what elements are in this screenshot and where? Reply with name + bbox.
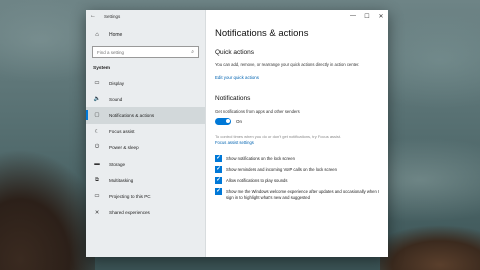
get-notifications-toggle-row: On (206, 114, 388, 125)
close-icon[interactable]: ✕ (374, 10, 388, 22)
get-notifications-label: Get notifications from apps and other se… (215, 108, 300, 114)
background-rock-left (0, 150, 95, 270)
notifications-icon: ▢ (94, 112, 100, 119)
multitasking-icon: ⧉ (95, 176, 99, 183)
back-arrow-icon[interactable]: ← (90, 13, 96, 19)
checkbox-label: Show me the Windows welcome experience a… (226, 189, 380, 200)
sidebar-item-focus-assist[interactable]: ☾ Focus assist (86, 124, 205, 140)
shared-icon: ✕ (94, 209, 100, 216)
sidebar-item-multitasking[interactable]: ⧉ Multitasking (86, 172, 205, 188)
sidebar-item-label: Multitasking (109, 177, 134, 183)
checkbox-checked-icon[interactable]: ✓ (215, 188, 222, 196)
sidebar-item-label: Focus assist (109, 129, 135, 135)
sidebar-item-label: Notifications & actions (109, 112, 155, 118)
search-input[interactable] (97, 49, 187, 55)
moon-icon: ☾ (94, 128, 100, 135)
checkbox-row[interactable]: ✓ Show reminders and incoming VoIP calls… (215, 166, 380, 174)
background-rock-right (380, 215, 480, 270)
checkbox-checked-icon[interactable]: ✓ (215, 155, 222, 163)
display-icon: ▭ (94, 80, 100, 87)
search-icon[interactable]: ⌕ (191, 49, 194, 55)
window-controls: — ☐ ✕ (346, 10, 388, 22)
window-title: Settings (104, 13, 121, 19)
toggle-state-label: On (236, 118, 243, 124)
checkbox-checked-icon[interactable]: ✓ (215, 177, 222, 185)
projecting-icon: ▭ (94, 193, 100, 200)
get-notifications-toggle[interactable] (215, 117, 231, 125)
quick-actions-description: You can add, remove, or rearrange your q… (215, 62, 360, 67)
checkbox-label: Show notifications on the lock screen (226, 156, 295, 162)
sidebar: ← Settings ⌂ Home ⌕ System ▭ Display 🔈 S… (86, 10, 206, 257)
checkbox-label: Allow notifications to play sounds (226, 178, 288, 184)
sidebar-item-display[interactable]: ▭ Display (86, 75, 205, 91)
edit-quick-actions-link[interactable]: Edit your quick actions (206, 68, 388, 80)
storage-icon: ▬ (94, 161, 100, 168)
sidebar-item-projecting[interactable]: ▭ Projecting to this PC (86, 188, 205, 204)
sidebar-nav: ▭ Display 🔈 Sound ▢ Notifications & acti… (86, 75, 205, 221)
sidebar-item-label: Display (109, 80, 125, 86)
minimize-icon[interactable]: — (346, 10, 360, 22)
checkbox-row[interactable]: ✓ Show me the Windows welcome experience… (215, 188, 380, 200)
maximize-icon[interactable]: ☐ (360, 10, 374, 22)
checkbox-row[interactable]: ✓ Allow notifications to play sounds (215, 177, 380, 185)
sidebar-item-label: Shared experiences (109, 210, 150, 216)
checkbox-checked-icon[interactable]: ✓ (215, 166, 222, 174)
sidebar-item-label: Sound (109, 96, 123, 102)
checkbox-row[interactable]: ✓ Show notifications on the lock screen (215, 155, 380, 163)
sidebar-item-shared-experiences[interactable]: ✕ Shared experiences (86, 205, 205, 221)
sidebar-item-label: Power & sleep (109, 145, 139, 151)
sidebar-item-label: Projecting to this PC (109, 193, 151, 199)
sidebar-item-notifications[interactable]: ▢ Notifications & actions (86, 107, 205, 124)
sidebar-item-home[interactable]: ⌂ Home (86, 22, 205, 42)
sidebar-item-sound[interactable]: 🔈 Sound (86, 91, 205, 107)
search-box[interactable]: ⌕ (92, 46, 199, 58)
notification-checkbox-list: ✓ Show notifications on the lock screen … (206, 145, 388, 200)
sidebar-item-label: Home (109, 32, 123, 38)
power-icon: ⏻ (94, 144, 100, 151)
sidebar-item-label: Storage (109, 161, 126, 167)
focus-assist-note: To control times when you do or don't ge… (215, 133, 342, 139)
quick-actions-heading: Quick actions (215, 49, 255, 56)
section-label-system: System (93, 66, 111, 71)
sidebar-item-power-sleep[interactable]: ⏻ Power & sleep (86, 140, 205, 156)
speaker-icon: 🔈 (93, 96, 101, 103)
notifications-heading: Notifications (215, 94, 251, 102)
sidebar-item-storage[interactable]: ▬ Storage (86, 156, 205, 172)
title-bar: ← Settings (86, 10, 205, 22)
home-icon: ⌂ (95, 32, 99, 38)
settings-window: ← Settings ⌂ Home ⌕ System ▭ Display 🔈 S… (86, 10, 388, 257)
main-content: — ☐ ✕ Notifications & actions Quick acti… (206, 10, 388, 257)
checkbox-label: Show reminders and incoming VoIP calls o… (226, 167, 337, 173)
